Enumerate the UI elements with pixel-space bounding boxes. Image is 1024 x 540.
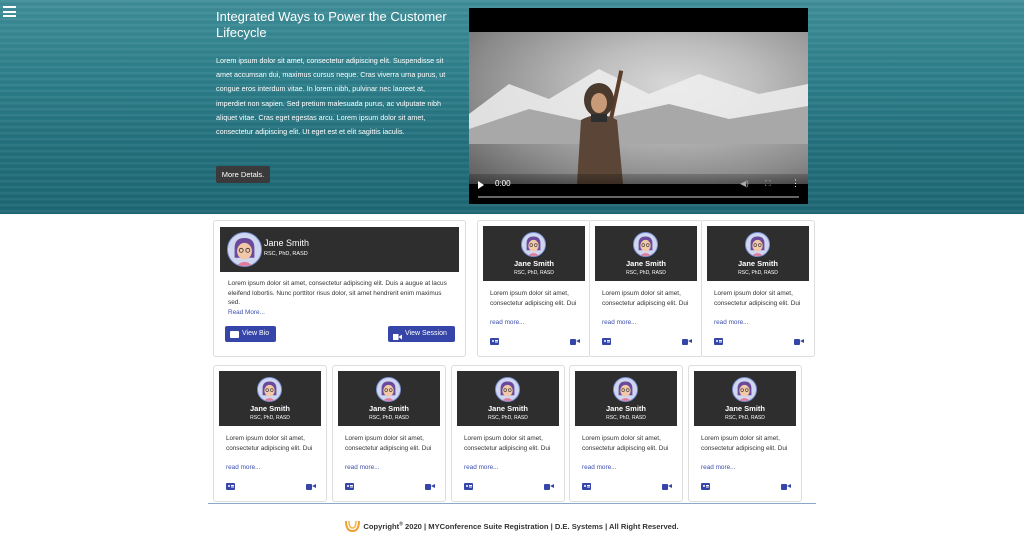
bio-card-icon[interactable]	[226, 483, 235, 490]
speaker-credentials: RSC, PhD, RASD	[250, 415, 290, 421]
speaker-description: Lorem ipsum dolor sit amet, consectetur …	[602, 290, 689, 307]
video-camera-icon[interactable]	[794, 338, 804, 345]
read-more-link[interactable]: read more...	[464, 464, 498, 471]
speaker-card: Jane Smith RSC, PhD, RASD Lorem ipsum dolo…	[688, 365, 802, 502]
bio-card-icon[interactable]	[602, 338, 611, 345]
speaker-credentials: RSC, PhD, RASD	[738, 270, 778, 276]
read-more-link[interactable]: read more...	[490, 319, 524, 326]
avatar	[257, 377, 282, 402]
video-frame	[469, 32, 808, 184]
bio-card-icon[interactable]	[714, 338, 723, 345]
speaker-name: Jane Smith	[605, 404, 646, 413]
avatar	[521, 232, 546, 257]
hero-title: Integrated Ways to Power the Customer Li…	[216, 9, 447, 40]
speaker-name: Jane Smith	[724, 404, 765, 413]
video-time: 0:00	[495, 179, 511, 188]
speaker-description: Lorem ipsum dolor sit amet, consectetur …	[345, 435, 432, 452]
featured-speaker-name: Jane Smith	[264, 238, 310, 248]
company-logo-icon	[345, 520, 361, 532]
speaker-description: Lorem ipsum dolor sit amet, consectetur …	[464, 435, 551, 452]
speaker-name: Jane Smith	[249, 404, 290, 413]
video-seek-bar[interactable]	[478, 196, 799, 198]
avatar	[732, 377, 757, 402]
avatar	[376, 377, 401, 402]
read-more-link[interactable]: read more...	[345, 464, 379, 471]
avatar	[745, 232, 770, 257]
hero-banner: Integrated Ways to Power the Customer Li…	[0, 0, 1024, 214]
speaker-description: Lorem ipsum dolor sit amet, consectetur …	[701, 435, 788, 452]
speaker-card: Jane Smith RSC, PhD, RASD Lorem ipsum dolo…	[213, 365, 327, 502]
fullscreen-icon[interactable]: ⛶	[765, 179, 771, 189]
read-more-link[interactable]: read more...	[701, 464, 735, 471]
speaker-card: Jane Smith RSC, PhD, RASD Lorem ipsum dolo…	[589, 220, 703, 357]
bio-card-icon[interactable]	[464, 483, 473, 490]
video-camera-icon[interactable]	[306, 483, 316, 490]
speaker-name: Jane Smith	[737, 259, 778, 268]
view-session-label: View Session	[405, 330, 447, 337]
view-bio-label: View Bio	[242, 330, 270, 337]
bio-card-icon[interactable]	[582, 483, 591, 490]
read-more-link[interactable]: read more...	[226, 464, 260, 471]
bio-card-icon[interactable]	[345, 483, 354, 490]
featured-read-more-link[interactable]: Read More...	[228, 309, 265, 316]
video-camera-icon[interactable]	[662, 483, 672, 490]
speaker-credentials: RSC, PhD, RASD	[606, 415, 646, 421]
hero-description: Lorem ipsum dolor sit amet, consectetur …	[216, 56, 446, 137]
featured-speaker-credentials: RSC, PhD, RASD	[264, 251, 308, 257]
read-more-link[interactable]: read more...	[602, 319, 636, 326]
avatar	[613, 377, 638, 402]
video-camera-icon[interactable]	[682, 338, 692, 345]
more-options-icon[interactable]: ⋮	[791, 178, 800, 189]
avatar	[495, 377, 520, 402]
video-camera-icon[interactable]	[425, 483, 435, 490]
speaker-credentials: RSC, PhD, RASD	[626, 270, 666, 276]
play-icon[interactable]	[478, 181, 484, 189]
speaker-description: Lorem ipsum dolor sit amet, consectetur …	[714, 290, 801, 307]
speaker-name: Jane Smith	[625, 259, 666, 268]
speaker-credentials: RSC, PhD, RASD	[369, 415, 409, 421]
avatar	[227, 232, 262, 267]
speaker-credentials: RSC, PhD, RASD	[488, 415, 528, 421]
speaker-card: Jane Smith RSC, PhD, RASD Lorem ipsum dolo…	[701, 220, 815, 357]
speaker-card: Jane Smith RSC, PhD, RASD Lorem ipsum dolo…	[451, 365, 565, 502]
read-more-link[interactable]: read more...	[582, 464, 616, 471]
speaker-description: Lorem ipsum dolor sit amet, consectetur …	[490, 290, 577, 307]
speaker-card: Jane Smith RSC, PhD, RASD Lorem ipsum dolo…	[569, 365, 683, 502]
more-details-button[interactable]: More Detals.	[216, 166, 270, 183]
read-more-link[interactable]: read more...	[714, 319, 748, 326]
video-controls: 0:00 ◀) ⛶ ⋮	[469, 174, 808, 204]
video-camera-icon	[393, 331, 402, 340]
footer-copyright-word: Copyright	[363, 522, 400, 531]
avatar	[633, 232, 658, 257]
speaker-name: Jane Smith	[368, 404, 409, 413]
video-player[interactable]: 0:00 ◀) ⛶ ⋮	[469, 8, 808, 204]
hamburger-menu-icon[interactable]	[3, 6, 16, 17]
speaker-description: Lorem ipsum dolor sit amet, consectetur …	[226, 435, 313, 452]
footer: Copyright® 2020 | MYConference Suite Reg…	[0, 519, 1024, 532]
featured-speaker-description: Lorem ipsum dolor sit amet, consectetur …	[228, 280, 447, 307]
speaker-credentials: RSC, PhD, RASD	[514, 270, 554, 276]
view-bio-button[interactable]: View Bio	[225, 326, 276, 342]
mute-icon[interactable]: ◀)	[740, 179, 749, 188]
speaker-name: Jane Smith	[513, 259, 554, 268]
bio-card-icon[interactable]	[701, 483, 710, 490]
video-camera-icon[interactable]	[781, 483, 791, 490]
speaker-description: Lorem ipsum dolor sit amet, consectetur …	[582, 435, 669, 452]
bio-card-icon[interactable]	[490, 338, 499, 345]
footer-divider	[208, 503, 816, 504]
speaker-card: Jane Smith RSC, PhD, RASD Lorem ipsum dolo…	[332, 365, 446, 502]
view-session-button[interactable]: View Session	[388, 326, 455, 342]
speaker-name: Jane Smith	[487, 404, 528, 413]
video-camera-icon[interactable]	[544, 483, 554, 490]
speaker-card: Jane Smith RSC, PhD, RASD Lorem ipsum dolo…	[477, 220, 591, 357]
bio-card-icon	[230, 330, 239, 338]
footer-text: 2020 | MYConference Suite Registration |…	[402, 522, 679, 531]
video-camera-icon[interactable]	[570, 338, 580, 345]
speaker-credentials: RSC, PhD, RASD	[725, 415, 765, 421]
